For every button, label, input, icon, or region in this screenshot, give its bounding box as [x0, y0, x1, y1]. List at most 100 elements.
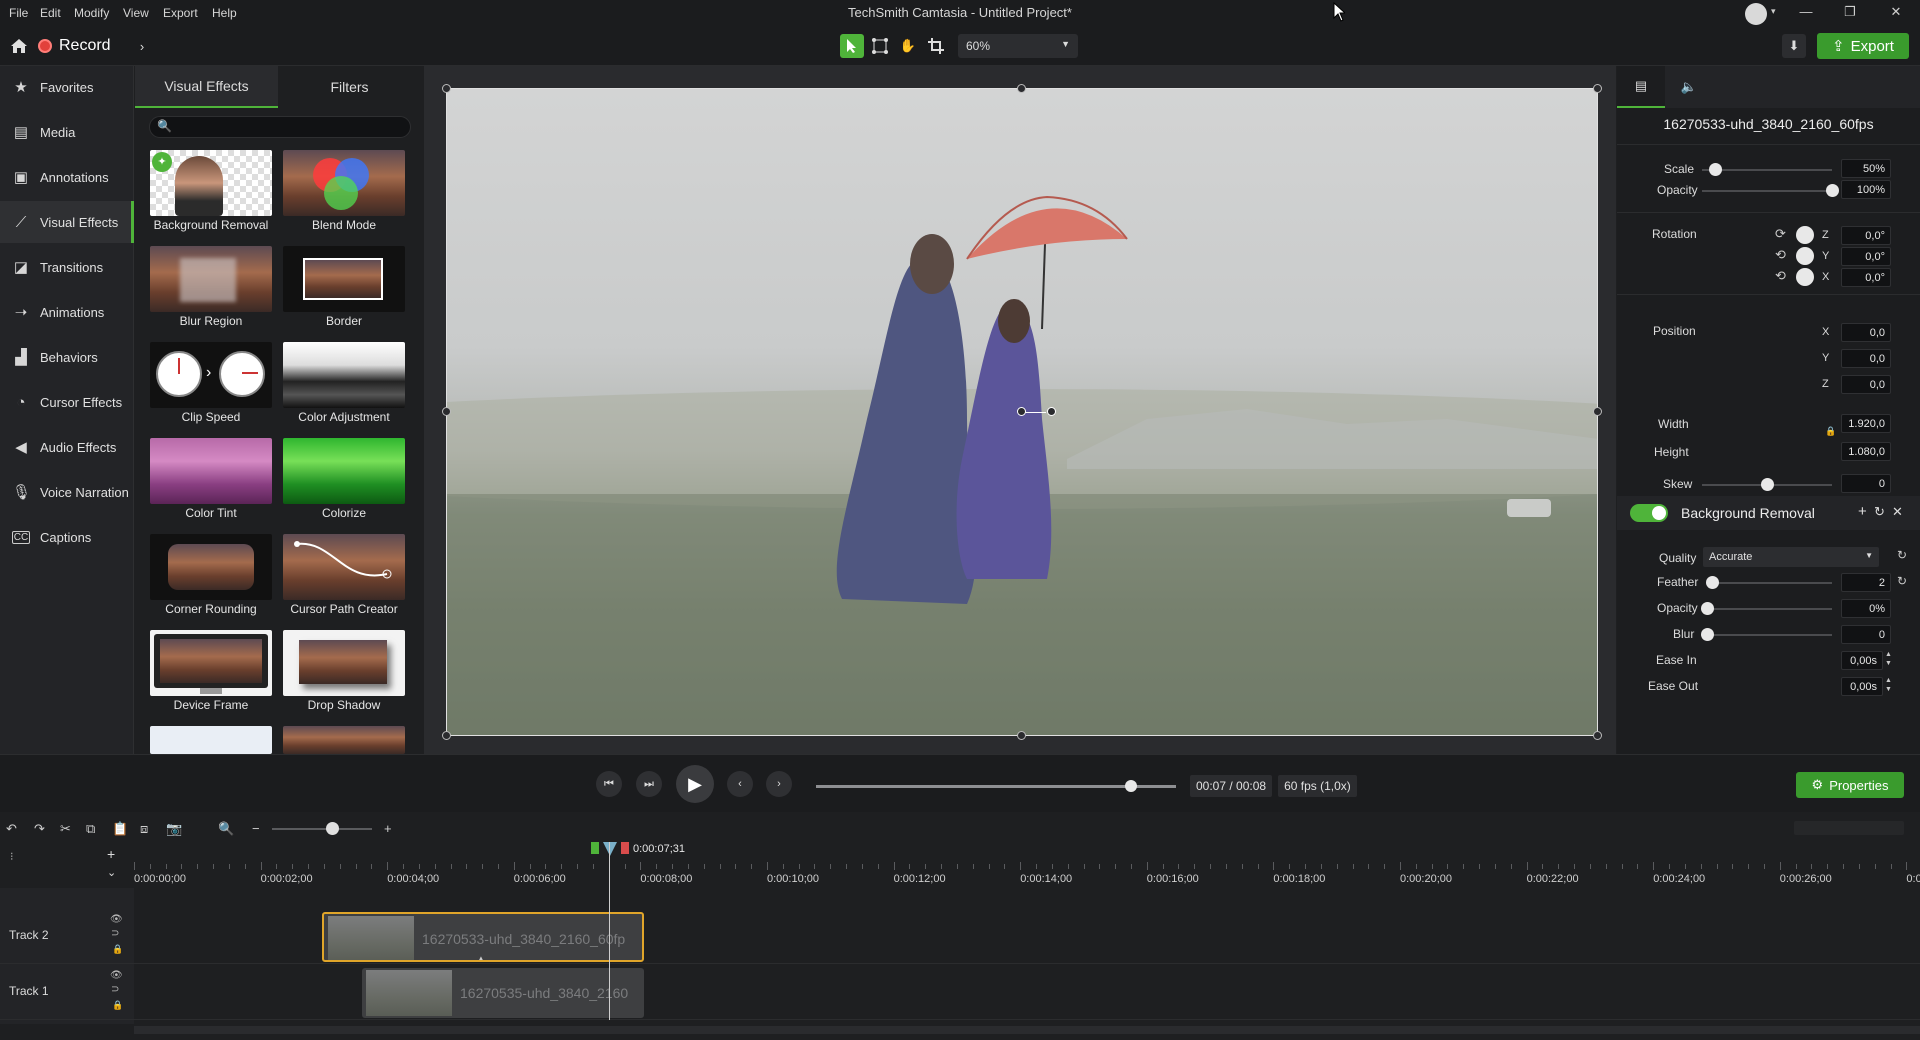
sidebar-item-transitions[interactable]: ◪ Transitions: [0, 246, 134, 288]
rotation-y-dial[interactable]: [1796, 247, 1814, 265]
lock-icon[interactable]: 🔒: [112, 1000, 123, 1011]
opacity-slider-knob[interactable]: [1826, 184, 1839, 197]
close-icon[interactable]: ✕: [1884, 4, 1908, 22]
position-z-field[interactable]: 0,0: [1841, 375, 1891, 394]
ease-out-field[interactable]: 0,00s: [1841, 677, 1883, 696]
effect-tile-blur-region[interactable]: Blur Region: [150, 246, 272, 334]
skew-slider-knob[interactable]: [1761, 478, 1774, 491]
chevron-down-icon[interactable]: ▾: [1771, 6, 1776, 17]
effect-tile-corner-rounding[interactable]: Corner Rounding: [150, 534, 272, 622]
crop-tool-icon[interactable]: [924, 34, 948, 58]
rotation-x-field[interactable]: 0,0°: [1841, 268, 1891, 287]
menu-file[interactable]: File: [9, 6, 28, 20]
copy-icon[interactable]: ⧉: [86, 821, 95, 837]
tab-audio-properties[interactable]: 🔈: [1665, 66, 1713, 108]
home-icon[interactable]: [6, 34, 32, 58]
select-tool-icon[interactable]: [840, 34, 864, 58]
feather-slider-knob[interactable]: [1706, 576, 1719, 589]
br-opacity-field[interactable]: 0%: [1841, 599, 1891, 618]
zoom-out-icon[interactable]: −: [252, 821, 260, 836]
undo-icon[interactable]: ↶: [6, 821, 17, 837]
position-y-field[interactable]: 0,0: [1841, 349, 1891, 368]
sidebar-item-audio-effects[interactable]: ◀ Audio Effects: [0, 426, 134, 468]
export-button[interactable]: ⇪ Export: [1817, 33, 1909, 59]
effect-tile-device-frame[interactable]: Device Frame: [150, 630, 272, 718]
lock-icon[interactable]: 🔒: [1825, 426, 1836, 437]
step-back-icon[interactable]: ⏮: [596, 771, 622, 797]
anchor-point-handle[interactable]: [1017, 407, 1026, 416]
resize-handle[interactable]: [442, 407, 451, 416]
effect-tile-border[interactable]: Border: [283, 246, 405, 334]
sidebar-item-media[interactable]: ▤ Media: [0, 111, 134, 153]
effect-tile-color-adjustment[interactable]: Color Adjustment: [283, 342, 405, 430]
minimize-icon[interactable]: —: [1794, 4, 1818, 22]
effect-tile-drop-shadow[interactable]: Drop Shadow: [283, 630, 405, 718]
link-icon[interactable]: ⊃: [111, 928, 119, 939]
play-button[interactable]: ▶: [676, 765, 714, 803]
playback-scrubber[interactable]: [816, 780, 1176, 792]
height-field[interactable]: 1.080,0: [1841, 442, 1891, 461]
sidebar-item-captions[interactable]: CC Captions: [0, 516, 134, 558]
menu-modify[interactable]: Modify: [74, 6, 109, 20]
resize-handle[interactable]: [442, 731, 451, 740]
magnet-icon[interactable]: ⁝: [10, 850, 14, 863]
timeline-zoom-knob[interactable]: [326, 822, 339, 835]
close-icon[interactable]: ✕: [1892, 504, 1903, 520]
sidebar-item-visual-effects[interactable]: ⟋ Visual Effects: [0, 201, 134, 243]
reset-icon[interactable]: ↻: [1874, 504, 1885, 520]
blur-field[interactable]: 0: [1841, 625, 1891, 644]
skew-field[interactable]: 0: [1841, 474, 1891, 493]
sidebar-item-cursor-effects[interactable]: ◔ Cursor Effects: [0, 381, 134, 423]
rotation-z-field[interactable]: 0,0°: [1841, 226, 1891, 245]
previous-icon[interactable]: ‹: [727, 771, 753, 797]
quality-select[interactable]: Accurate ▼: [1703, 547, 1879, 567]
pan-hand-icon[interactable]: ✋: [896, 34, 920, 58]
stepper-icon[interactable]: ▲ ▼: [1885, 676, 1892, 694]
paste-icon[interactable]: 📋: [112, 821, 128, 837]
zoom-select[interactable]: 60% ▼: [958, 34, 1078, 58]
effect-tile-background-removal[interactable]: ✦ Background Removal: [150, 150, 272, 238]
reset-icon[interactable]: ↻: [1897, 574, 1907, 588]
tab-visual-properties[interactable]: ▤: [1617, 66, 1665, 108]
position-x-field[interactable]: 0,0: [1841, 323, 1891, 342]
next-icon[interactable]: ›: [766, 771, 792, 797]
blur-slider[interactable]: [1701, 628, 1832, 641]
cut-icon[interactable]: ✂: [60, 821, 71, 837]
effect-tile-partial[interactable]: [283, 726, 405, 754]
ease-in-field[interactable]: 0,00s: [1841, 651, 1883, 670]
scale-slider-knob[interactable]: [1709, 163, 1722, 176]
sidebar-item-animations[interactable]: ➝ Animations: [0, 291, 134, 333]
timeline-overview[interactable]: [1794, 821, 1904, 835]
br-opacity-slider[interactable]: [1701, 602, 1832, 615]
transform-tool-icon[interactable]: [868, 34, 892, 58]
sidebar-item-voice-narration[interactable]: 🎙 Voice Narration: [0, 471, 134, 513]
effect-tile-colorize[interactable]: Colorize: [283, 438, 405, 526]
split-icon[interactable]: ⧈: [140, 821, 148, 837]
chevron-down-icon[interactable]: ⌄: [107, 866, 116, 879]
reset-icon[interactable]: ↻: [1897, 548, 1907, 562]
width-field[interactable]: 1.920,0: [1841, 414, 1891, 433]
add-track-icon[interactable]: +: [107, 846, 115, 862]
effect-tile-partial[interactable]: [150, 726, 272, 754]
resize-handle[interactable]: [1593, 731, 1602, 740]
timeline-clip[interactable]: 16270533-uhd_3840_2160_60fp ▲: [322, 912, 644, 962]
step-forward-icon[interactable]: ⏭: [636, 771, 662, 797]
effect-tile-cursor-path-creator[interactable]: Cursor Path Creator: [283, 534, 405, 622]
menu-export[interactable]: Export: [163, 6, 198, 20]
add-icon[interactable]: +: [1858, 503, 1867, 520]
scrubber-knob[interactable]: [1125, 780, 1137, 792]
opacity-field[interactable]: 100%: [1841, 180, 1891, 199]
menu-help[interactable]: Help: [212, 6, 237, 20]
menu-view[interactable]: View: [123, 6, 149, 20]
scale-field[interactable]: 50%: [1841, 159, 1891, 178]
skew-slider[interactable]: [1702, 478, 1832, 491]
timeline-scrollbar[interactable]: [134, 1026, 1920, 1034]
playhead-marker[interactable]: [591, 842, 629, 856]
zoom-in-icon[interactable]: +: [384, 821, 392, 836]
eye-icon[interactable]: 👁: [110, 914, 123, 925]
feather-slider[interactable]: [1706, 576, 1832, 589]
menu-edit[interactable]: Edit: [40, 6, 61, 20]
user-avatar-icon[interactable]: [1745, 3, 1767, 25]
resize-handle[interactable]: [1017, 84, 1026, 93]
sidebar-item-annotations[interactable]: ▣ Annotations: [0, 156, 134, 198]
